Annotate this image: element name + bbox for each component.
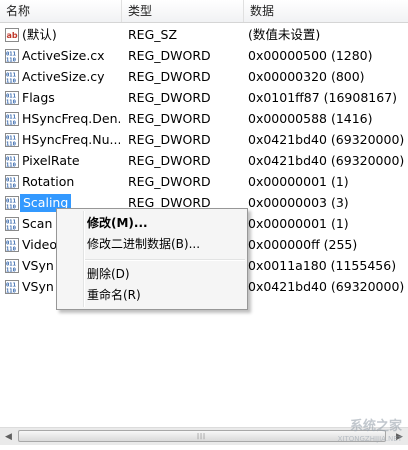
column-header-data[interactable]: 数据 <box>244 0 408 22</box>
arrow-left-icon: ◀ <box>5 431 12 442</box>
value-data: 0x00000500 (1280) <box>248 48 373 63</box>
table-row[interactable]: 011 110 HSyncFreq.Nu... REG_DWORD 0x0421bd40… <box>0 129 408 150</box>
value-name: (默认) <box>22 27 57 42</box>
svg-text:110: 110 <box>6 267 16 273</box>
binary-value-icon: 011110 <box>5 237 19 252</box>
value-name: Flags <box>22 90 55 105</box>
scroll-left-button[interactable]: ◀ <box>0 429 17 444</box>
value-type: REG_SZ <box>128 27 178 42</box>
binary-value-icon: 011110 <box>5 111 19 126</box>
binary-value-icon: 011110 <box>5 132 19 147</box>
svg-text:110: 110 <box>6 225 16 231</box>
binary-value-icon: 011110 <box>5 216 19 231</box>
svg-text:110: 110 <box>6 120 16 126</box>
registry-value-list: 名称 类型 数据 ab (默认) REG_SZ (数值未设置) 011 110 Active… <box>0 0 408 450</box>
svg-text:110: 110 <box>6 183 16 189</box>
list-header: 名称 类型 数据 <box>0 0 408 23</box>
binary-value-icon: 011110 <box>5 153 19 168</box>
value-name-cell: 011 110 ActiveSize.cy <box>5 66 120 87</box>
value-type: REG_DWORD <box>128 153 211 168</box>
table-row[interactable]: 011 110 HSyncFreq.Den... REG_DWORD 0x0000058… <box>0 108 408 129</box>
value-data: 0x000000ff (255) <box>248 237 358 252</box>
value-name: HSyncFreq.Den... <box>22 111 120 126</box>
value-name: HSyncFreq.Nu... <box>22 132 120 147</box>
value-data: 0x00000001 (1) <box>248 174 349 189</box>
svg-text:110: 110 <box>6 57 16 63</box>
binary-value-icon: 011110 <box>5 258 19 273</box>
binary-value-icon: 011110 <box>5 174 19 189</box>
value-name-cell: ab (默认) <box>5 24 120 45</box>
value-data: 0x00000320 (800) <box>248 69 365 84</box>
svg-text:110: 110 <box>6 162 16 168</box>
value-name-cell: 011 110 HSyncFreq.Nu... <box>5 129 120 150</box>
value-type: REG_DWORD <box>128 48 211 63</box>
menu-item-rename[interactable]: 重命名(R) <box>87 285 141 305</box>
value-data: 0x0011a180 (1155456) <box>248 258 397 273</box>
value-name-cell: 011 110 HSyncFreq.Den... <box>5 108 120 129</box>
value-name: Scan <box>22 216 53 231</box>
svg-text:110: 110 <box>6 204 16 210</box>
column-header-name[interactable]: 名称 <box>0 0 122 22</box>
value-name: Video <box>22 237 58 252</box>
table-row[interactable]: 011 110 ActiveSize.cx REG_DWORD 0x00000500 (… <box>0 45 408 66</box>
binary-value-icon: 011110 <box>5 48 19 63</box>
watermark-logo: 系统之家 XITONGZHIJIA.NET <box>338 420 402 446</box>
table-row[interactable]: 011 110 PixelRate REG_DWORD 0x0421bd40 (6932… <box>0 150 408 171</box>
value-data: 0x00000001 (1) <box>248 216 349 231</box>
watermark-subtext: XITONGZHIJIA.NET <box>337 435 402 443</box>
value-name: ActiveSize.cx <box>22 48 105 63</box>
column-header-type[interactable]: 类型 <box>122 0 244 22</box>
svg-text:110: 110 <box>6 99 16 105</box>
binary-value-icon: 011110 <box>5 90 19 105</box>
value-type: REG_DWORD <box>128 90 211 105</box>
context-menu: 修改(M)... 修改二进制数据(B)... 删除(D) 重命名(R) <box>56 208 248 310</box>
value-data: (数值未设置) <box>248 27 321 42</box>
table-row[interactable]: 011 110 ActiveSize.cy REG_DWORD 0x00000320 (… <box>0 66 408 87</box>
table-row[interactable]: 011 110 Flags REG_DWORD 0x0101ff87 (16908167… <box>0 87 408 108</box>
svg-text:ab: ab <box>7 31 18 40</box>
value-name: ActiveSize.cy <box>22 69 105 84</box>
menu-item-delete[interactable]: 删除(D) <box>87 264 130 284</box>
table-row[interactable]: ab (默认) REG_SZ (数值未设置) <box>0 24 408 45</box>
value-name-cell: 011 110 Flags <box>5 87 120 108</box>
string-value-icon: ab <box>5 27 19 42</box>
value-data: 0x0421bd40 (69320000) <box>248 153 405 168</box>
value-name: VSyn <box>22 279 54 294</box>
svg-text:110: 110 <box>6 288 16 294</box>
binary-value-icon: 011110 <box>5 279 19 294</box>
value-data: 0x0421bd40 (69320000) <box>248 279 405 294</box>
svg-text:110: 110 <box>6 246 16 252</box>
value-name-cell: 011 110 ActiveSize.cx <box>5 45 120 66</box>
menu-item-modify-binary[interactable]: 修改二进制数据(B)... <box>87 234 200 254</box>
value-data: 0x00000003 (3) <box>248 195 349 210</box>
grip-icon: ||| <box>197 433 207 440</box>
value-name-cell: 011 110 Rotation <box>5 171 120 192</box>
watermark-text: 系统之家 <box>349 419 402 434</box>
svg-text:110: 110 <box>6 78 16 84</box>
value-name: VSyn <box>22 258 54 273</box>
value-type: REG_DWORD <box>128 132 211 147</box>
value-data: 0x00000588 (1416) <box>248 111 373 126</box>
value-name: PixelRate <box>22 153 80 168</box>
table-row[interactable]: 011 110 Rotation REG_DWORD 0x00000001 (1) <box>0 171 408 192</box>
value-type: REG_DWORD <box>128 69 211 84</box>
binary-value-icon: 011110 <box>5 195 19 210</box>
value-name: Rotation <box>22 174 75 189</box>
menu-item-modify[interactable]: 修改(M)... <box>87 213 148 233</box>
svg-text:110: 110 <box>6 141 16 147</box>
value-type: REG_DWORD <box>128 174 211 189</box>
value-data: 0x0101ff87 (16908167) <box>248 90 398 105</box>
value-data: 0x0421bd40 (69320000) <box>248 132 405 147</box>
value-name-cell: 011 110 PixelRate <box>5 150 120 171</box>
menu-separator <box>85 259 245 261</box>
value-type: REG_DWORD <box>128 111 211 126</box>
binary-value-icon: 011110 <box>5 69 19 84</box>
scroll-thumb[interactable]: ||| <box>18 430 386 442</box>
